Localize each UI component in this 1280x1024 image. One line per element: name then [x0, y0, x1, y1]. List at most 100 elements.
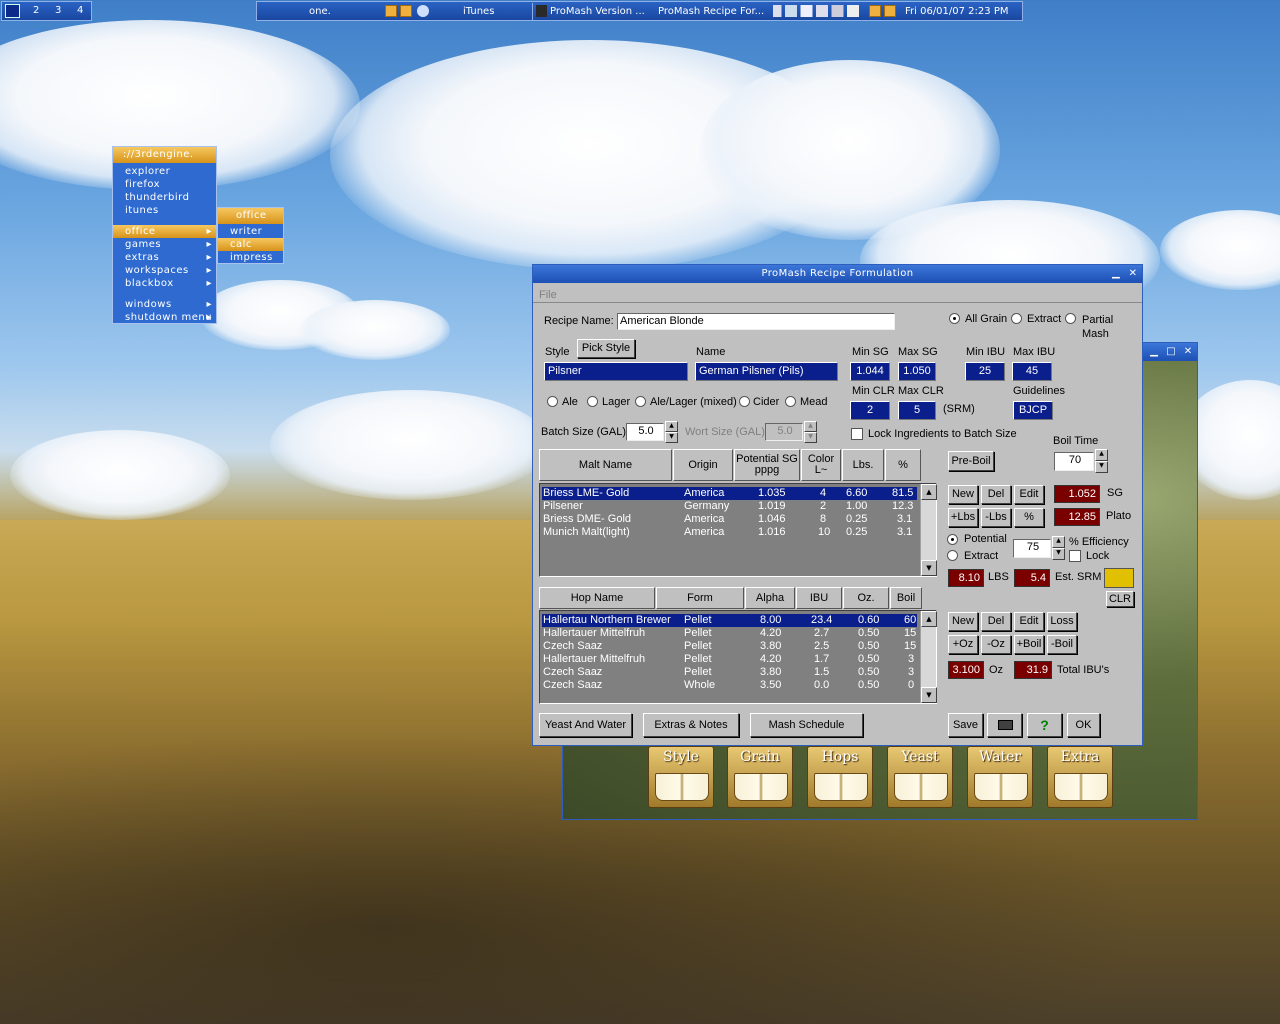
prev-icon[interactable] — [385, 5, 397, 17]
recipe-name-input[interactable]: American Blonde — [617, 313, 895, 330]
extract-mode-radio[interactable] — [947, 550, 958, 561]
remove-oz-button[interactable]: -Oz — [981, 635, 1011, 654]
malt-edit-button[interactable]: Edit — [1014, 485, 1044, 504]
lager-radio[interactable] — [587, 396, 598, 407]
batch-size-down[interactable]: ▼ — [665, 432, 678, 443]
malt-color-header[interactable]: Color L~ — [801, 449, 841, 481]
menu-item-workspaces[interactable]: workspaces ▸ — [113, 264, 216, 277]
malt-origin-header[interactable]: Origin — [673, 449, 733, 481]
hop-list[interactable]: Hallertau Northern Brewer Pellet 8.00 23… — [539, 610, 937, 704]
batch-size-up[interactable]: ▲ — [665, 421, 678, 432]
hops-book-button[interactable]: Hops — [807, 746, 873, 808]
wort-size-input[interactable]: 5.0 — [765, 423, 803, 441]
mead-radio[interactable] — [785, 396, 796, 407]
lock-ingredients-checkbox[interactable] — [851, 428, 863, 440]
maximize-icon[interactable]: □ — [1164, 345, 1178, 358]
clr-button[interactable]: CLR — [1106, 591, 1134, 607]
wort-size-down[interactable]: ▼ — [804, 432, 817, 443]
malt-row[interactable]: Briess LME- Gold America 1.035 4 6.60 81… — [542, 487, 917, 500]
workspace-3-button[interactable]: 3 — [55, 5, 61, 16]
menu-item-office[interactable]: office ▸ — [113, 225, 216, 238]
hop-boil-header[interactable]: Boil — [890, 587, 922, 609]
hop-ibu-header[interactable]: IBU — [796, 587, 842, 609]
workspace-4-button[interactable]: 4 — [77, 5, 83, 16]
batch-size-input[interactable]: 5.0 — [626, 423, 664, 441]
cider-radio[interactable] — [739, 396, 750, 407]
ok-button[interactable]: OK — [1067, 713, 1100, 737]
add-boil-button[interactable]: +Boil — [1014, 635, 1044, 654]
mash-schedule-button[interactable]: Mash Schedule — [750, 713, 863, 737]
next-icon[interactable] — [884, 5, 896, 17]
add-oz-button[interactable]: +Oz — [948, 635, 978, 654]
wort-size-up[interactable]: ▲ — [804, 421, 817, 432]
menu-item-itunes[interactable]: itunes — [113, 204, 216, 217]
task-promash-recipe[interactable]: ProMash Recipe For... — [658, 4, 770, 19]
help-button[interactable]: ? — [1027, 713, 1062, 737]
extra-book-button[interactable]: Extra — [1047, 746, 1113, 808]
ale-lager-radio[interactable] — [635, 396, 646, 407]
remove-lbs-button[interactable]: -Lbs — [981, 508, 1011, 527]
hop-scrollbar[interactable]: ▲ ▼ — [920, 611, 937, 703]
potential-radio[interactable] — [947, 534, 958, 545]
close-icon[interactable]: ✕ — [1126, 267, 1140, 280]
malt-list[interactable]: Briess LME- Gold America 1.035 4 6.60 81… — [539, 483, 937, 577]
minimize-icon[interactable]: ▁ — [1147, 345, 1161, 358]
task-itunes[interactable]: iTunes — [463, 4, 533, 19]
all-grain-radio[interactable] — [949, 313, 960, 324]
yeast-book-button[interactable]: Yeast — [887, 746, 953, 808]
scroll-down-icon[interactable]: ▼ — [921, 687, 937, 703]
menu-item-extras[interactable]: extras ▸ — [113, 251, 216, 264]
hop-row[interactable]: Hallertau Northern Brewer Pellet 8.00 23… — [542, 614, 917, 627]
hop-row[interactable]: Czech Saaz Pellet 3.80 2.5 0.50 15 — [542, 640, 917, 653]
percent-button[interactable]: % — [1014, 508, 1044, 527]
efficiency-down[interactable]: ▼ — [1052, 548, 1065, 560]
menu-file[interactable]: File — [539, 289, 557, 301]
ale-radio[interactable] — [547, 396, 558, 407]
close-icon[interactable]: ✕ — [1181, 345, 1195, 358]
malt-name-header[interactable]: Malt Name — [539, 449, 672, 481]
scroll-up-icon[interactable]: ▲ — [921, 484, 937, 500]
pre-boil-button[interactable]: Pre-Boil — [948, 451, 994, 471]
workspace-1-button[interactable] — [5, 4, 20, 18]
menu-item-blackbox[interactable]: blackbox ▸ — [113, 277, 216, 290]
save-button[interactable]: Save — [948, 713, 983, 737]
efficiency-input[interactable]: 75 — [1013, 539, 1051, 558]
malt-row[interactable]: Briess DME- Gold America 1.046 8 0.25 3.… — [542, 513, 917, 526]
extract-radio[interactable] — [1011, 313, 1022, 324]
menu-item-windows[interactable]: windows ▸ — [113, 298, 216, 311]
boil-time-up[interactable]: ▲ — [1095, 449, 1108, 461]
hop-row[interactable]: Hallertauer Mittelfruh Pellet 4.20 2.7 0… — [542, 627, 917, 640]
menu-item-explorer[interactable]: explorer — [113, 165, 216, 178]
menu-item-shutdown[interactable]: shutdown menu ▸ — [113, 311, 216, 324]
hop-new-button[interactable]: New — [948, 612, 978, 631]
boil-time-input[interactable]: 70 — [1054, 452, 1094, 471]
hop-del-button[interactable]: Del — [981, 612, 1011, 631]
add-lbs-button[interactable]: +Lbs — [948, 508, 978, 527]
next-icon[interactable] — [400, 5, 412, 17]
malt-pct-header[interactable]: % — [885, 449, 921, 481]
style-book-button[interactable]: Style — [648, 746, 714, 808]
menu-item-firefox[interactable]: firefox — [113, 178, 216, 191]
hop-alpha-header[interactable]: Alpha — [745, 587, 795, 609]
malt-new-button[interactable]: New — [948, 485, 978, 504]
efficiency-up[interactable]: ▲ — [1052, 536, 1065, 548]
grain-book-button[interactable]: Grain — [727, 746, 793, 808]
malt-row[interactable]: Pilsener Germany 1.019 2 1.00 12.3 — [542, 500, 917, 513]
lock-efficiency-checkbox[interactable] — [1069, 550, 1081, 562]
remove-boil-button[interactable]: -Boil — [1047, 635, 1077, 654]
malt-scrollbar[interactable]: ▲ ▼ — [920, 484, 937, 576]
print-button[interactable] — [987, 713, 1022, 737]
malt-row[interactable]: Munich Malt(light) America 1.016 10 0.25… — [542, 526, 917, 539]
water-book-button[interactable]: Water — [967, 746, 1033, 808]
malt-sg-header[interactable]: Potential SG pppg — [734, 449, 800, 481]
malt-del-button[interactable]: Del — [981, 485, 1011, 504]
extras-notes-button[interactable]: Extras & Notes — [643, 713, 739, 737]
menu-item-thunderbird[interactable]: thunderbird — [113, 191, 216, 204]
scroll-down-icon[interactable]: ▼ — [921, 560, 937, 576]
menu-item-games[interactable]: games ▸ — [113, 238, 216, 251]
menu-item-calc[interactable]: calc — [218, 238, 283, 251]
partial-mash-radio[interactable] — [1065, 313, 1076, 324]
hop-row[interactable]: Czech Saaz Pellet 3.80 1.5 0.50 3 — [542, 666, 917, 679]
hop-row[interactable]: Czech Saaz Whole 3.50 0.0 0.50 0 — [542, 679, 917, 692]
hop-edit-button[interactable]: Edit — [1014, 612, 1044, 631]
